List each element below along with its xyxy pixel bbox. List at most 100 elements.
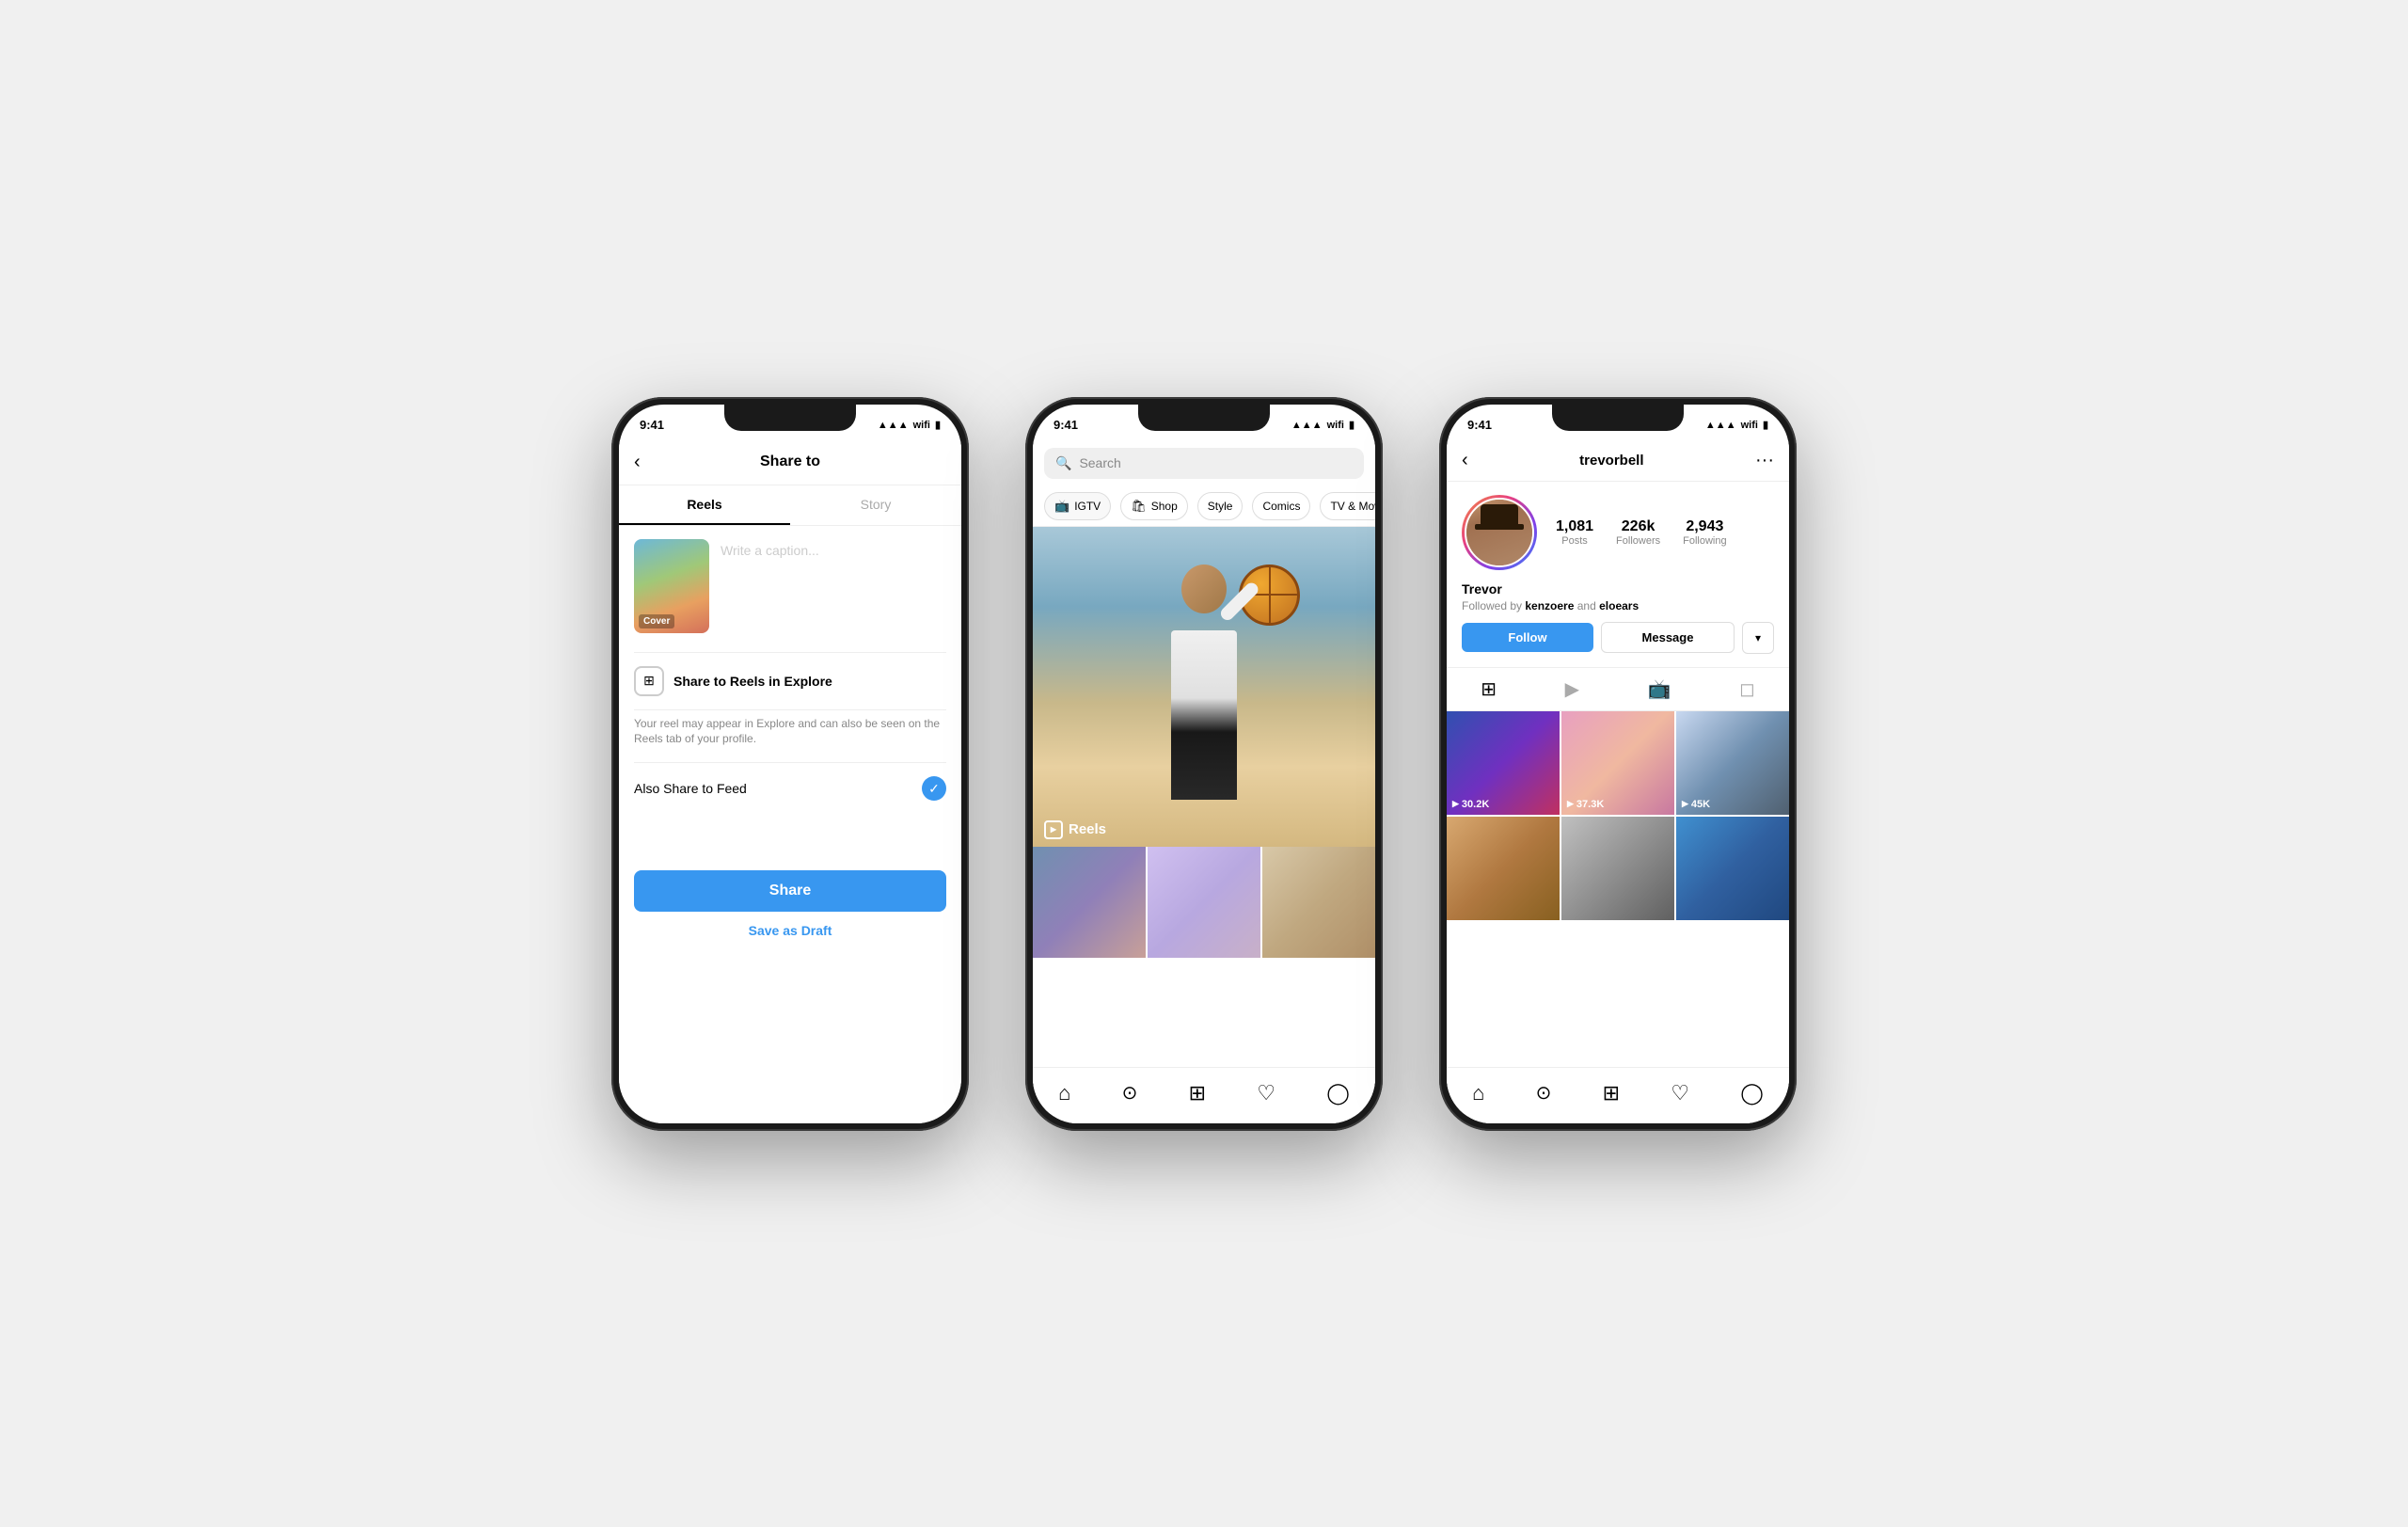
profile-grid-item-1[interactable]: ▶ 30.2K: [1447, 711, 1560, 815]
search-icon: 🔍: [1055, 455, 1071, 471]
media-caption-row: Cover Write a caption...: [634, 539, 946, 633]
count-3: 45K: [1691, 799, 1710, 810]
grid-item-1[interactable]: [1033, 847, 1146, 958]
message-button[interactable]: Message: [1601, 622, 1735, 653]
play-icon-3: ▶: [1682, 799, 1688, 809]
bottom-nav-3: ⌂ ⊙ ⊞ ♡ ◯: [1447, 1067, 1789, 1123]
screen-1: ‹ Share to Reels Story Cover: [619, 440, 961, 1123]
video-thumbnail: Cover: [634, 539, 709, 633]
profile-grid-item-3[interactable]: ▶ 45K: [1676, 711, 1789, 815]
followed-by: Followed by kenzoere and eloears: [1462, 599, 1774, 612]
category-comics[interactable]: Comics: [1252, 492, 1310, 520]
more-button[interactable]: ···: [1755, 450, 1774, 471]
profile-tabs: ⊞ ▶ 📺 ◻: [1447, 667, 1789, 711]
status-icons-2: ▲▲▲ wifi ▮: [1291, 419, 1354, 431]
profile-icon-3[interactable]: ◯: [1740, 1081, 1764, 1105]
follower-1[interactable]: kenzoere: [1525, 599, 1574, 612]
username-header: trevorbell: [1579, 453, 1643, 469]
cover-label: Cover: [639, 614, 674, 628]
avatar-image: [1466, 500, 1532, 565]
profile-grid-item-5[interactable]: [1561, 817, 1674, 920]
home-icon-2[interactable]: ⌂: [1058, 1081, 1070, 1105]
status-time-3: 9:41: [1467, 418, 1492, 432]
category-igtv[interactable]: 📺 IGTV: [1044, 492, 1111, 520]
notch-2: [1138, 405, 1270, 431]
add-icon-2[interactable]: ⊞: [1189, 1081, 1206, 1105]
tab-reels[interactable]: Reels: [619, 485, 790, 525]
battery-icon: ▮: [935, 419, 941, 431]
p1-content: Cover Write a caption... ⊞ Share to Reel…: [619, 526, 961, 952]
profile-grid-item-6[interactable]: [1676, 817, 1789, 920]
body: [1171, 630, 1237, 800]
phone-2: 9:41 ▲▲▲ wifi ▮ 🔍 Search 📺 IGTV: [1025, 397, 1383, 1131]
play-icon-1: ▶: [1452, 799, 1459, 809]
search-bar[interactable]: 🔍 Search: [1044, 448, 1364, 479]
search-nav-icon-3[interactable]: ⊙: [1536, 1081, 1552, 1105]
grid-tab[interactable]: ⊞: [1481, 677, 1497, 701]
add-icon-3[interactable]: ⊞: [1603, 1081, 1620, 1105]
profile-grid-item-2[interactable]: ▶ 37.3K: [1561, 711, 1674, 815]
heart-icon-2[interactable]: ♡: [1257, 1081, 1275, 1105]
grid-count-3: ▶ 45K: [1682, 799, 1710, 810]
count-1: 30.2K: [1462, 799, 1489, 810]
posts-label: Posts: [1556, 535, 1593, 547]
posts-count: 1,081: [1556, 518, 1593, 535]
tv-label: TV & Movie: [1330, 500, 1375, 513]
screen-3: ‹ trevorbell ···: [1447, 440, 1789, 1123]
following-count: 2,943: [1683, 518, 1726, 535]
bottom-nav-2: ⌂ ⊙ ⊞ ♡ ◯: [1033, 1067, 1375, 1123]
profile-name: Trevor: [1462, 581, 1774, 596]
category-tv[interactable]: TV & Movie: [1320, 492, 1375, 520]
follow-button[interactable]: Follow: [1462, 623, 1593, 652]
reels-tab[interactable]: ▶: [1565, 677, 1579, 701]
categories-bar: 📺 IGTV 🛍 Shop Style Comics TV & Movie: [1033, 486, 1375, 527]
grid-count-2: ▶ 37.3K: [1567, 799, 1604, 810]
heart-icon-3[interactable]: ♡: [1671, 1081, 1689, 1105]
draft-button[interactable]: Save as Draft: [634, 923, 946, 938]
home-icon-3[interactable]: ⌂: [1472, 1081, 1484, 1105]
scene: 9:41 ▲▲▲ wifi ▮ ‹ Share to Reels Story: [536, 322, 1872, 1206]
tab-story[interactable]: Story: [790, 485, 961, 525]
head: [1181, 565, 1227, 613]
igtv-label: IGTV: [1074, 500, 1101, 513]
screen-2: 🔍 Search 📺 IGTV 🛍 Shop Style: [1033, 440, 1375, 1123]
follower-2[interactable]: eloears: [1599, 599, 1639, 612]
shop-label: Shop: [1151, 500, 1178, 513]
following-stat: 2,943 Following: [1683, 518, 1726, 547]
video-background: [1033, 527, 1375, 847]
back-button-1[interactable]: ‹: [634, 452, 641, 473]
battery-icon-3: ▮: [1763, 419, 1768, 431]
action-buttons: Follow Message ▾: [1462, 622, 1774, 654]
back-button-3[interactable]: ‹: [1462, 450, 1468, 471]
signal-icon-2: ▲▲▲: [1291, 420, 1323, 431]
wifi-icon-2: wifi: [1327, 420, 1344, 431]
grid-item-3[interactable]: [1262, 847, 1375, 958]
profile-section: 1,081 Posts 226k Followers 2,943 Followi…: [1447, 482, 1789, 667]
category-shop[interactable]: 🛍 Shop: [1120, 492, 1188, 520]
posts-stat: 1,081 Posts: [1556, 518, 1593, 547]
reels-text: Reels: [1069, 821, 1106, 837]
wifi-icon: wifi: [913, 420, 930, 431]
category-style[interactable]: Style: [1197, 492, 1244, 520]
grid-count-1: ▶ 30.2K: [1452, 799, 1489, 810]
igtv-tab[interactable]: 📺: [1648, 677, 1671, 701]
caption-input[interactable]: Write a caption...: [721, 539, 946, 558]
reels-icon: ▶: [1044, 820, 1063, 839]
notch-3: [1552, 405, 1684, 431]
profile-icon-2[interactable]: ◯: [1326, 1081, 1350, 1105]
search-nav-icon-2[interactable]: ⊙: [1122, 1081, 1138, 1105]
nav-title-1: Share to: [760, 453, 820, 470]
explore-grid: [1033, 847, 1375, 958]
grid-item-2[interactable]: [1148, 847, 1260, 958]
followers-label: Followers: [1616, 535, 1660, 547]
tagged-tab[interactable]: ◻: [1739, 677, 1755, 701]
battery-icon-2: ▮: [1349, 419, 1354, 431]
share-button[interactable]: Share: [634, 870, 946, 912]
feed-checkbox[interactable]: ✓: [922, 776, 946, 801]
phone-3: 9:41 ▲▲▲ wifi ▮ ‹ trevorbell ···: [1439, 397, 1797, 1131]
feed-row[interactable]: Also Share to Feed ✓: [634, 762, 946, 814]
profile-grid-item-4[interactable]: [1447, 817, 1560, 920]
search-placeholder: Search: [1079, 455, 1120, 470]
dropdown-button[interactable]: ▾: [1742, 622, 1774, 654]
followers-count: 226k: [1616, 518, 1660, 535]
